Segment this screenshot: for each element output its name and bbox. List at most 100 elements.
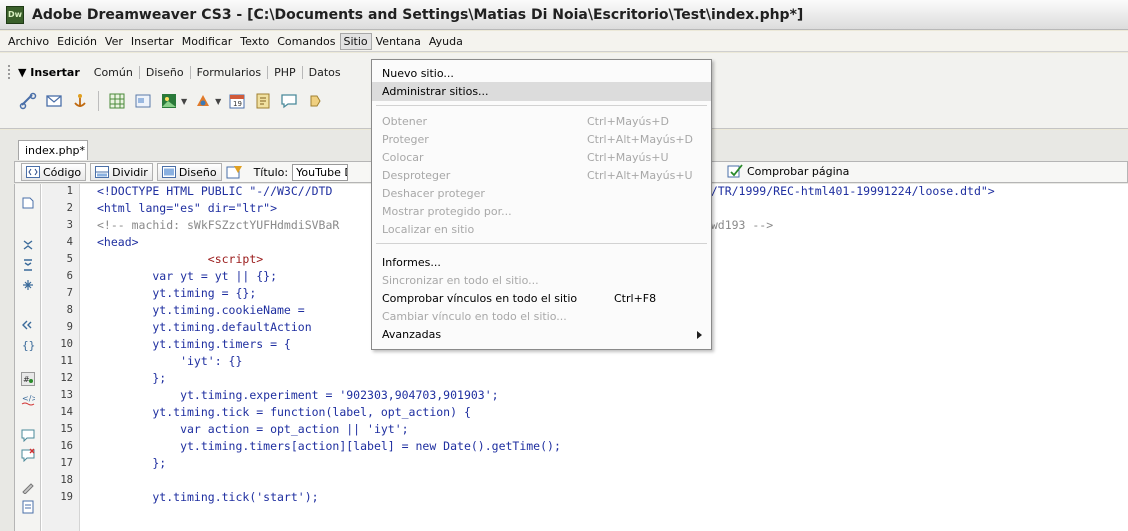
menu-item-label: Cambiar vínculo en todo el sitio... — [382, 310, 567, 323]
dreamweaver-logo-icon: Dw — [6, 5, 24, 24]
document-tab[interactable]: index.php* — [18, 140, 88, 160]
code-line: 'iyt': {} — [97, 354, 243, 368]
menu-item-cambiar-vinculo[interactable]: Cambiar vínculo en todo el sitio... — [372, 307, 711, 326]
menu-item-desproteger[interactable]: Desproteger Ctrl+Alt+Mayús+U — [372, 166, 711, 185]
menu-item-deshacer-proteger[interactable]: Deshacer proteger — [372, 184, 711, 203]
menu-item-nuevo-sitio[interactable]: Nuevo sitio... — [372, 64, 711, 83]
recent-snippets-icon[interactable] — [21, 500, 35, 514]
panel-grip-icon[interactable] — [8, 65, 14, 79]
line-number-gutter: 1 2 3 4 5 6 7 8 9 10 11 12 13 14 15 16 1… — [42, 184, 80, 531]
menu-item-sincronizar[interactable]: Sincronizar en todo el sitio... — [372, 271, 711, 290]
title-label: Título: — [253, 165, 289, 179]
media-dropdown-icon[interactable]: ▼ — [215, 97, 221, 106]
split-view-button[interactable]: Dividir — [90, 163, 153, 181]
menu-item-proteger[interactable]: Proteger Ctrl+Alt+Mayús+D — [372, 130, 711, 149]
insert-panel-title[interactable]: ▼ Insertar — [18, 66, 80, 79]
line-number: 3 — [66, 219, 73, 231]
live-view-icon[interactable] — [226, 164, 244, 180]
menu-ver[interactable]: Ver — [101, 33, 127, 50]
menu-insertar[interactable]: Insertar — [127, 33, 178, 50]
named-anchor-icon[interactable] — [70, 91, 90, 111]
menu-ventana[interactable]: Ventana — [372, 33, 425, 50]
code-line: var action = opt_action || 'iyt'; — [97, 422, 409, 436]
menu-item-label: Deshacer proteger — [382, 187, 485, 200]
menu-item-administrar-sitios[interactable]: Administrar sitios... — [372, 82, 711, 101]
menu-item-label: Proteger — [382, 133, 429, 146]
image-icon[interactable] — [159, 91, 179, 111]
collapse-full-tag-icon[interactable] — [21, 238, 35, 252]
line-number: 8 — [66, 304, 73, 316]
insert-tab-comun[interactable]: Común — [88, 65, 140, 79]
svg-text:#: # — [23, 375, 30, 384]
menu-item-avanzadas[interactable]: Avanzadas — [372, 325, 711, 344]
menu-item-comprobar-vinculos[interactable]: Comprobar vínculos en todo el sitio Ctrl… — [372, 289, 711, 308]
apply-comment-icon[interactable] — [21, 428, 35, 442]
code-line: <!DOCTYPE HTML PUBLIC "-//W3C//DTD — [97, 184, 333, 198]
menu-comandos[interactable]: Comandos — [273, 33, 339, 50]
image-dropdown-icon[interactable]: ▼ — [181, 97, 187, 106]
menu-item-label: Informes... — [382, 256, 441, 269]
menu-sitio[interactable]: Sitio — [339, 32, 372, 50]
code-line: <script> — [97, 252, 264, 266]
svg-text:19: 19 — [233, 100, 242, 108]
menu-item-shortcut: Ctrl+Alt+Mayús+U — [587, 169, 693, 182]
line-number: 15 — [60, 423, 73, 435]
menu-item-label: Avanzadas — [382, 328, 442, 341]
menu-item-informes[interactable]: Informes... — [372, 253, 711, 272]
menu-item-obtener[interactable]: Obtener Ctrl+Mayús+D — [372, 112, 711, 131]
code-line: yt.timing.tick = function(label, opt_act… — [97, 405, 471, 419]
media-icon[interactable] — [193, 91, 213, 111]
menu-archivo[interactable]: Archivo — [4, 33, 53, 50]
date-icon[interactable]: 19 — [227, 91, 247, 111]
insert-tab-formularios[interactable]: Formularios — [191, 65, 269, 79]
code-line: <html lang="es" dir="ltr"> — [97, 201, 278, 215]
menu-item-mostrar-protegido[interactable]: Mostrar protegido por... — [372, 202, 711, 221]
line-number: 10 — [60, 338, 73, 350]
wrap-tag-icon[interactable] — [21, 480, 35, 494]
code-line: yt.timing.timers[action][label] = new Da… — [97, 439, 561, 453]
menu-item-colocar[interactable]: Colocar Ctrl+Mayús+U — [372, 148, 711, 167]
menu-item-label: Desproteger — [382, 169, 451, 182]
code-line: <head> — [97, 235, 139, 249]
code-line: yt.timing.cookieName = — [97, 303, 305, 317]
menu-item-label: Comprobar vínculos en todo el sitio — [382, 292, 578, 305]
insert-tab-php[interactable]: PHP — [268, 65, 303, 79]
menu-item-label: Administrar sitios... — [382, 85, 489, 98]
menu-item-label: Obtener — [382, 115, 427, 128]
check-page-button[interactable]: Comprobar página — [727, 164, 849, 178]
menu-modificar[interactable]: Modificar — [178, 33, 237, 50]
table-icon[interactable] — [107, 91, 127, 111]
check-page-icon — [727, 164, 743, 178]
toolbar-separator — [98, 91, 99, 111]
code-view-button[interactable]: Código — [21, 163, 87, 181]
coding-toolbar: {} # </> — [15, 184, 41, 531]
collapse-selection-icon[interactable] — [21, 258, 35, 272]
menu-edicion[interactable]: Edición — [53, 33, 101, 50]
balance-braces-icon[interactable]: {} — [21, 338, 35, 352]
hyperlink-icon[interactable] — [18, 91, 38, 111]
head-icon[interactable] — [305, 91, 325, 111]
select-parent-tag-icon[interactable] — [21, 318, 35, 332]
insert-tab-datos[interactable]: Datos — [303, 66, 347, 79]
insert-tab-diseno[interactable]: Diseño — [140, 65, 191, 79]
line-numbers-icon[interactable]: # — [21, 372, 35, 386]
line-number: 12 — [60, 372, 73, 384]
open-documents-icon[interactable] — [21, 196, 35, 210]
expand-all-icon[interactable] — [21, 278, 35, 292]
menu-ayuda[interactable]: Ayuda — [425, 33, 467, 50]
layer-icon[interactable] — [133, 91, 153, 111]
code-line: yt.timing.timers = { — [97, 337, 291, 351]
comment-icon[interactable] — [279, 91, 299, 111]
server-side-include-icon[interactable] — [253, 91, 273, 111]
line-number: 16 — [60, 440, 73, 452]
menu-bar: Archivo Edición Ver Insertar Modificar T… — [0, 31, 1128, 52]
design-view-button[interactable]: Diseño — [156, 163, 222, 181]
menu-item-localizar-en-sitio[interactable]: Localizar en sitio — [372, 220, 711, 239]
line-number: 19 — [60, 491, 73, 503]
menu-item-label: Localizar en sitio — [382, 223, 475, 236]
email-link-icon[interactable] — [44, 91, 64, 111]
menu-texto[interactable]: Texto — [236, 33, 273, 50]
remove-comment-icon[interactable] — [21, 448, 35, 462]
highlight-invalid-code-icon[interactable]: </> — [21, 392, 35, 406]
page-title-input[interactable]: YouTube D — [292, 163, 349, 181]
